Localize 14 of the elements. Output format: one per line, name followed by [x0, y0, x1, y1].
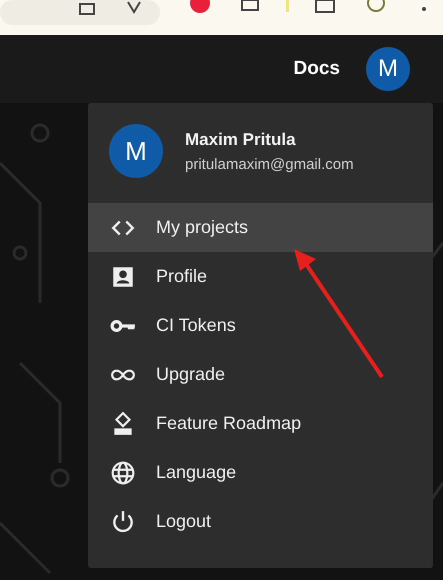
- user-name: Maxim Pritula: [185, 130, 297, 150]
- menu-item[interactable]: Feature Roadmap: [88, 399, 433, 448]
- menu-item[interactable]: Logout: [88, 497, 433, 546]
- globe-icon: [110, 460, 136, 486]
- user-email: pritulamaxim@gmail.com: [185, 156, 354, 172]
- menu-item[interactable]: Language: [88, 448, 433, 497]
- power-icon: [110, 508, 136, 534]
- docs-link[interactable]: Docs: [294, 58, 340, 80]
- menu-item[interactable]: Upgrade: [88, 350, 433, 399]
- menu-item[interactable]: Profile: [88, 252, 433, 301]
- user-avatar: M: [109, 124, 163, 178]
- avatar-button[interactable]: M: [366, 47, 410, 91]
- menu-item[interactable]: My projects: [88, 203, 433, 252]
- menu-item[interactable]: CI Tokens: [88, 301, 433, 350]
